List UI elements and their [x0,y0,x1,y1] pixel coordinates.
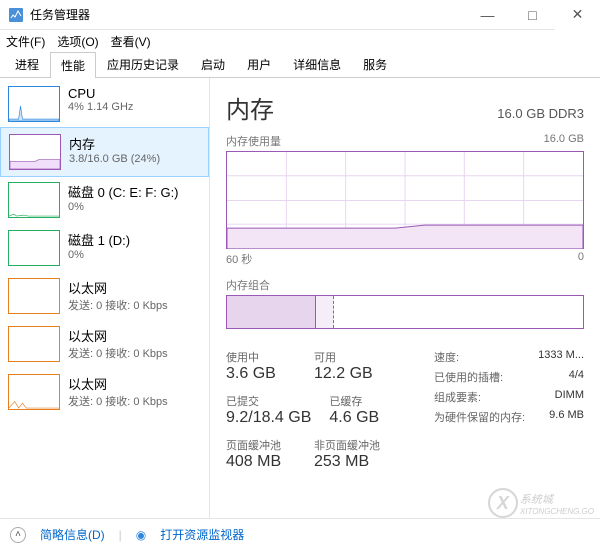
composition-label: 内存组合 [226,277,584,293]
stat-available-label: 可用 [314,349,384,365]
menu-view[interactable]: 查看(V) [111,33,151,50]
stat-cached: 4.6 GB [329,409,399,427]
sidebar-item-sub: 0% [68,201,201,213]
detail-capacity: 16.0 GB DDR3 [497,106,584,121]
sidebar-item-label: 以太网 [68,374,201,393]
sidebar-item-label: 以太网 [68,326,201,345]
sidebar-item-sub: 4% 1.14 GHz [68,101,201,113]
prop-reserved-label: 为硬件保留的内存: [434,409,525,425]
sidebar-item-sub: 0% [68,249,201,261]
detail-title: 内存 [226,90,274,125]
stat-in-use-label: 使用中 [226,349,296,365]
detail-pane: 内存 16.0 GB DDR3 内存使用量 16.0 GB 60 秒 0 内存组… [210,78,600,518]
stat-paged-label: 页面缓冲池 [226,437,296,453]
prop-speed-label: 速度: [434,349,459,365]
chart-axis-right: 0 [578,251,584,267]
title-bar: 任务管理器 — □ ✕ [0,0,600,30]
sidebar-item-disk-1[interactable]: 磁盘 1 (D:) 0% [0,224,209,272]
prop-slots-label: 已使用的插槽: [434,369,503,385]
sidebar-item-ethernet-2[interactable]: 以太网 发送: 0 接收: 0 Kbps [0,368,209,416]
main-area: CPU 4% 1.14 GHz 内存 3.8/16.0 GB (24%) 磁盘 … [0,78,600,518]
sidebar-item-sub: 发送: 0 接收: 0 Kbps [68,393,201,409]
menu-bar: 文件(F) 选项(O) 查看(V) [0,30,600,52]
stat-paged: 408 MB [226,453,296,471]
tab-app-history[interactable]: 应用历史记录 [96,51,190,77]
sidebar-item-label: 内存 [69,134,200,153]
sidebar-item-sub: 发送: 0 接收: 0 Kbps [68,345,201,361]
stat-available: 12.2 GB [314,365,384,383]
stat-committed: 9.2/18.4 GB [226,409,311,427]
stat-nonpaged: 253 MB [314,453,384,471]
chart-usage-label: 内存使用量 [226,133,281,149]
prop-form-label: 组成要素: [434,389,481,405]
footer-bar: ˄ 简略信息(D) | ◉ 打开资源监视器 [0,518,600,550]
watermark-logo-icon: X [488,488,518,518]
prop-reserved: 9.6 MB [549,409,584,425]
close-button[interactable]: ✕ [555,0,600,30]
ethernet-thumbnail-chart [8,278,60,314]
tab-details[interactable]: 详细信息 [282,51,352,77]
performance-sidebar: CPU 4% 1.14 GHz 内存 3.8/16.0 GB (24%) 磁盘 … [0,78,210,518]
minimize-button[interactable]: — [465,0,510,30]
sidebar-item-label: 磁盘 1 (D:) [68,230,201,249]
prop-slots: 4/4 [569,369,584,385]
ethernet-thumbnail-chart [8,374,60,410]
sidebar-item-label: CPU [68,86,201,101]
tab-startup[interactable]: 启动 [190,51,236,77]
sidebar-item-label: 磁盘 0 (C: E: F: G:) [68,182,201,201]
fewer-details-link[interactable]: 简略信息(D) [40,526,105,543]
maximize-button[interactable]: □ [510,0,555,30]
sidebar-item-ethernet-1[interactable]: 以太网 发送: 0 接收: 0 Kbps [0,320,209,368]
cpu-thumbnail-chart [8,86,60,122]
chart-axis-left: 60 秒 [226,251,252,267]
prop-speed: 1333 M... [538,349,584,365]
tab-users[interactable]: 用户 [236,51,282,77]
app-icon [8,7,24,23]
stat-nonpaged-label: 非页面缓冲池 [314,437,384,453]
open-resource-monitor-link[interactable]: 打开资源监视器 [160,526,244,543]
watermark: X 系统城 XITONGCHENG.GO [488,488,594,518]
tab-processes[interactable]: 进程 [4,51,50,77]
resource-monitor-icon: ◉ [136,528,146,542]
ethernet-thumbnail-chart [8,326,60,362]
stat-in-use: 3.6 GB [226,365,296,383]
memory-usage-chart [226,151,584,249]
stat-committed-label: 已提交 [226,393,311,409]
stat-cached-label: 已缓存 [329,393,399,409]
sidebar-item-sub: 3.8/16.0 GB (24%) [69,153,200,165]
tab-services[interactable]: 服务 [352,51,398,77]
chevron-up-icon[interactable]: ˄ [10,527,26,543]
sidebar-item-label: 以太网 [68,278,201,297]
sidebar-item-disk-0[interactable]: 磁盘 0 (C: E: F: G:) 0% [0,176,209,224]
window-title: 任务管理器 [30,6,465,23]
sidebar-item-memory[interactable]: 内存 3.8/16.0 GB (24%) [0,127,209,177]
menu-options[interactable]: 选项(O) [57,33,98,50]
watermark-url: XITONGCHENG.GO [520,507,594,516]
disk-thumbnail-chart [8,182,60,218]
tab-performance[interactable]: 性能 [50,52,96,78]
prop-form: DIMM [555,389,584,405]
disk-thumbnail-chart [8,230,60,266]
tab-bar: 进程 性能 应用历史记录 启动 用户 详细信息 服务 [0,52,600,78]
sidebar-item-cpu[interactable]: CPU 4% 1.14 GHz [0,80,209,128]
chart-usage-max: 16.0 GB [544,133,584,149]
memory-composition-chart [226,295,584,329]
sidebar-item-sub: 发送: 0 接收: 0 Kbps [68,297,201,313]
memory-thumbnail-chart [9,134,61,170]
menu-file[interactable]: 文件(F) [6,33,45,50]
sidebar-item-ethernet-0[interactable]: 以太网 发送: 0 接收: 0 Kbps [0,272,209,320]
watermark-text: 系统城 [520,491,594,507]
